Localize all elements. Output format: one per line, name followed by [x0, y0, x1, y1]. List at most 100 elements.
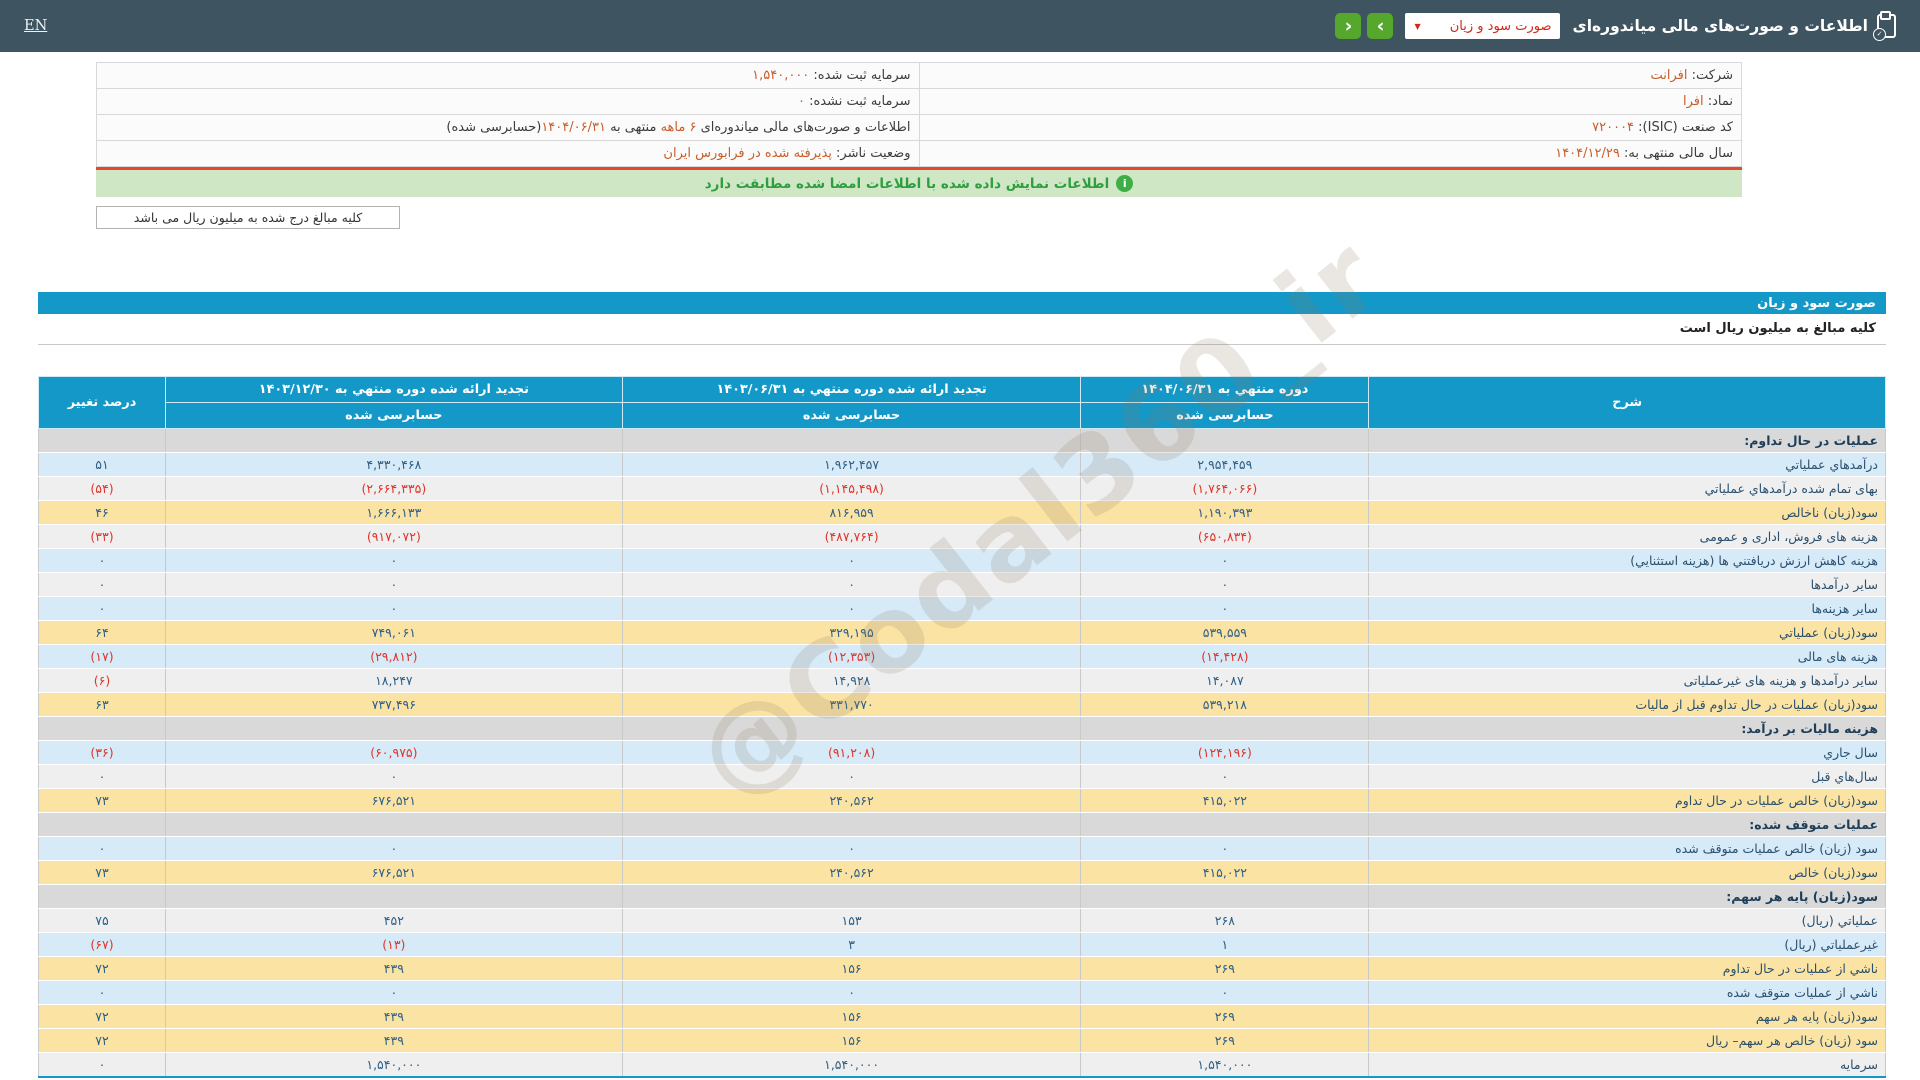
info-value: ۱۴۰۴/۱۲/۲۹	[1555, 146, 1620, 161]
cell-value	[39, 885, 166, 909]
amounts-note-box: کلیه مبالغ درج شده به میلیون ریال می باش…	[96, 206, 400, 229]
info-row: شرکت: افرانتسرمایه ثبت شده: ۱,۵۴۰,۰۰۰	[97, 63, 1742, 89]
cell-value: ۷۲	[39, 1005, 166, 1029]
row-label: هزينه های فروش، اداری و عمومی	[1369, 525, 1886, 549]
cell-value	[39, 717, 166, 741]
cell-value: (۱,۷۶۴,۰۶۶)	[1081, 477, 1369, 501]
row-label: ناشي از عمليات در حال تداوم	[1369, 957, 1886, 981]
info-value: پذیرفته شده در فرابورس ایران	[663, 146, 832, 161]
table-row: سرمايه۱,۵۴۰,۰۰۰۱,۵۴۰,۰۰۰۱,۵۴۰,۰۰۰۰	[39, 1053, 1886, 1077]
table-row: ناشي از عمليات متوقف شده۰۰۰۰	[39, 981, 1886, 1005]
cell-value: ۰	[622, 597, 1081, 621]
row-label: هزينه کاهش ارزش دريافتني ها (هزينه استثن…	[1369, 549, 1886, 573]
column-header-restated-midyear: تجدید ارائه شده دوره منتهي به ۱۴۰۳/۰۶/۳۱	[622, 377, 1081, 403]
company-info-section: شرکت: افرانتسرمایه ثبت شده: ۱,۵۴۰,۰۰۰نما…	[96, 62, 1742, 167]
table-gap	[38, 345, 1886, 376]
cell-value: ۲۴۰,۵۶۲	[622, 861, 1081, 885]
cell-value: ۱,۹۶۲,۴۵۷	[622, 453, 1081, 477]
info-cell: شرکت: افرانت	[919, 63, 1742, 89]
cell-value: ۱۸,۲۴۷	[165, 669, 622, 693]
cell-value: ۱,۵۴۰,۰۰۰	[622, 1053, 1081, 1077]
cell-value: (۳۳)	[39, 525, 166, 549]
cell-value: (۱,۱۴۵,۴۹۸)	[622, 477, 1081, 501]
cell-value	[1081, 885, 1369, 909]
column-header-restated-yearend: تجدید ارائه شده دوره منتهي به ۱۴۰۳/۱۲/۳۰	[165, 377, 622, 403]
table-row: غيرعملياتي (ريال)۱۳(۱۳)(۶۷)	[39, 933, 1886, 957]
cell-value: ۷۳	[39, 789, 166, 813]
cell-value: ۰	[1081, 573, 1369, 597]
cell-value	[622, 813, 1081, 837]
cell-value: (۱۲,۳۵۳)	[622, 645, 1081, 669]
cell-value: ۰	[165, 981, 622, 1005]
row-label: درآمدهاي عملياتي	[1369, 453, 1886, 477]
cell-value: ۷۴۹,۰۶۱	[165, 621, 622, 645]
cell-value: ۰	[39, 597, 166, 621]
cell-value: ۲۶۸	[1081, 909, 1369, 933]
cell-value: ۵۱	[39, 453, 166, 477]
info-value: ۱,۵۴۰,۰۰۰	[752, 68, 809, 83]
info-label: کد صنعت (ISIC):	[1634, 120, 1733, 135]
info-cell: سال مالی منتهی به: ۱۴۰۴/۱۲/۲۹	[919, 141, 1742, 167]
cell-value	[39, 429, 166, 453]
cell-value: ۶۳	[39, 693, 166, 717]
row-label: سود(زيان) پايه هر سهم	[1369, 1005, 1886, 1029]
previous-statement-button[interactable]: ‹	[1335, 13, 1361, 39]
cell-value: ۷۳	[39, 861, 166, 885]
cell-value: ۴,۳۳۰,۴۶۸	[165, 453, 622, 477]
cell-value: (۱۴,۴۲۸)	[1081, 645, 1369, 669]
cell-value	[1081, 813, 1369, 837]
cell-value: ۱	[1081, 933, 1369, 957]
cell-value: ۰	[622, 981, 1081, 1005]
row-label: سود(زيان) خالص	[1369, 861, 1886, 885]
table-row: عملياتي (ريال)۲۶۸۱۵۳۴۵۲۷۵	[39, 909, 1886, 933]
row-label: سود(زيان) عمليات در حال تداوم قبل از مال…	[1369, 693, 1886, 717]
cell-value: (۱۳)	[165, 933, 622, 957]
row-label: ساير درآمدها و هزينه های غيرعملياتی	[1369, 669, 1886, 693]
info-label: سرمایه ثبت نشده:	[805, 94, 911, 109]
language-switch-link[interactable]: EN	[24, 18, 47, 34]
row-label: بهای تمام شده درآمدهاي عملياتي	[1369, 477, 1886, 501]
row-label: سال جاري	[1369, 741, 1886, 765]
table-row: سال جاري(۱۲۴,۱۹۶)(۹۱,۲۰۸)(۶۰,۹۷۵)(۳۶)	[39, 741, 1886, 765]
cell-value: ۸۱۶,۹۵۹	[622, 501, 1081, 525]
cell-value: ۴۳۹	[165, 1005, 622, 1029]
table-row: سود(زيان) عملياتي۵۳۹,۵۵۹۳۲۹,۱۹۵۷۴۹,۰۶۱۶۴	[39, 621, 1886, 645]
table-row: ناشي از عمليات در حال تداوم۲۶۹۱۵۶۴۳۹۷۲	[39, 957, 1886, 981]
cell-value: ۱۵۶	[622, 1005, 1081, 1029]
cell-value: (۶۵۰,۸۳۴)	[1081, 525, 1369, 549]
cell-value	[39, 813, 166, 837]
info-cell: وضعیت ناشر: پذیرفته شده در فرابورس ایران	[97, 141, 920, 167]
cell-value: ۳	[622, 933, 1081, 957]
info-row: نماد: افراسرمایه ثبت نشده: ۰	[97, 89, 1742, 115]
table-row: ساير هزينه‌ها۰۰۰۰	[39, 597, 1886, 621]
page-title: اطلاعات و صورت‌های مالی میاندوره‌ای	[1572, 17, 1868, 35]
cell-value: ۱۵۳	[622, 909, 1081, 933]
cell-value: ۱,۵۴۰,۰۰۰	[1081, 1053, 1369, 1077]
cell-value	[1081, 717, 1369, 741]
cell-value: ۰	[622, 837, 1081, 861]
row-label: عملیات در حال تداوم:	[1369, 429, 1886, 453]
cell-value: ۴۳۹	[165, 957, 622, 981]
signed-data-text: اطلاعات نمایش داده شده با اطلاعات امضا ش…	[705, 176, 1110, 192]
info-value: ۰	[798, 94, 805, 109]
cell-value: ۲,۹۵۴,۴۵۹	[1081, 453, 1369, 477]
next-statement-button[interactable]: ›	[1367, 13, 1393, 39]
section-row: عمليات متوقف شده:	[39, 813, 1886, 837]
column-header-description: شرح	[1369, 377, 1886, 429]
row-label: ساير هزينه‌ها	[1369, 597, 1886, 621]
info-cell: نماد: افرا	[919, 89, 1742, 115]
cell-value: ۶۷۶,۵۲۱	[165, 861, 622, 885]
company-info-table: شرکت: افرانتسرمایه ثبت شده: ۱,۵۴۰,۰۰۰نما…	[96, 62, 1742, 167]
cell-value: ۰	[39, 1053, 166, 1077]
table-row: هزينه های فروش، اداری و عمومی(۶۵۰,۸۳۴)(۴…	[39, 525, 1886, 549]
info-cell: سرمایه ثبت نشده: ۰	[97, 89, 920, 115]
page: اطلاعات و صورت‌های مالی میاندوره‌ای صورت…	[0, 0, 1920, 1080]
cell-value: ۵۳۹,۲۱۸	[1081, 693, 1369, 717]
clipboard-report-icon	[1877, 14, 1896, 38]
cell-value: (۶۷)	[39, 933, 166, 957]
cell-value: ۰	[1081, 549, 1369, 573]
statement-select[interactable]: صورت سود و زیان ▼	[1405, 13, 1560, 39]
cell-value: ۱,۱۹۰,۳۹۳	[1081, 501, 1369, 525]
row-label: ناشي از عمليات متوقف شده	[1369, 981, 1886, 1005]
chevron-down-icon: ▼	[1414, 22, 1420, 31]
